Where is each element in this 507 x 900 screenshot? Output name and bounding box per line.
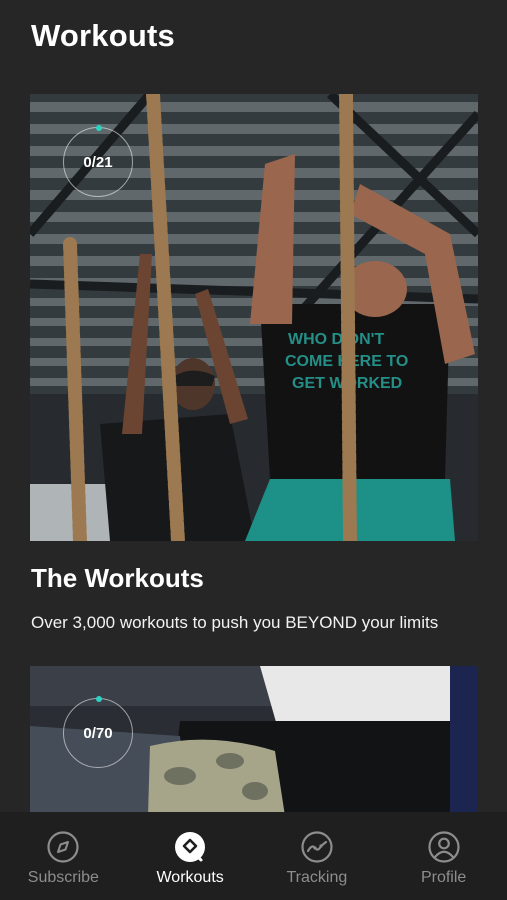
progress-ring: 0/21	[63, 125, 133, 197]
page-title: Workouts	[31, 18, 175, 53]
workout-card[interactable]: 0/70	[30, 666, 478, 816]
tab-subscribe[interactable]: Subscribe	[0, 812, 127, 900]
workouts-icon	[175, 832, 206, 862]
tab-label: Subscribe	[27, 869, 99, 886]
tab-tracking[interactable]: Tracking	[254, 812, 381, 900]
progress-count: 0/70	[83, 724, 113, 742]
tab-workouts[interactable]: Workouts	[127, 812, 254, 900]
tab-label: Tracking	[286, 869, 348, 886]
tab-label: Workouts	[156, 869, 224, 886]
section-title: The Workouts	[31, 563, 204, 593]
profile-icon	[428, 831, 460, 863]
progress-ring: 0/70	[63, 696, 133, 768]
workouts-screen: Workouts WHO DIDN'T COME HERE TO GET WOR…	[0, 0, 507, 900]
bottom-tab-bar: Subscribe Workouts Tracking Profile	[0, 812, 507, 900]
workout-card[interactable]: WHO DIDN'T COME HERE TO GET WORKED 0/21	[30, 94, 478, 541]
tab-profile[interactable]: Profile	[380, 812, 507, 900]
compass-icon	[47, 831, 79, 863]
tracking-chart-icon	[301, 831, 333, 863]
tab-label: Profile	[420, 869, 467, 886]
section-description: Over 3,000 workouts to push you BEYOND y…	[31, 613, 439, 632]
progress-count: 0/21	[83, 153, 113, 171]
progress-indicator-dot	[96, 125, 102, 131]
progress-indicator-dot	[96, 696, 102, 702]
